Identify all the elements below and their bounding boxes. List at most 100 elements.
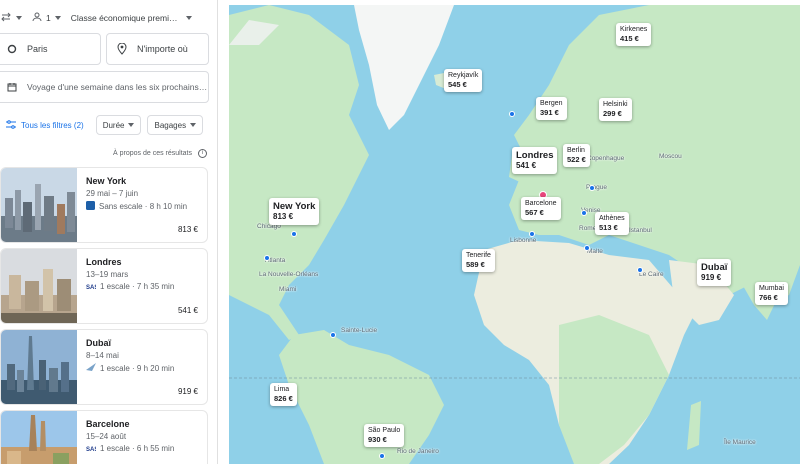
city-photo-dubai	[1, 330, 77, 404]
world-map[interactable]: Copenhague Moscou Prague Venise Lisbonne…	[229, 5, 800, 464]
search-panel: 1 Classe économique premi… Paris N'impor…	[0, 0, 218, 464]
destination-callout-helsinki[interactable]: Helsinki 299 €	[599, 98, 632, 122]
airline-logo-icon: SAS	[86, 444, 98, 453]
callout-city: Dubaï	[701, 262, 728, 273]
chevron-down-icon	[185, 16, 192, 20]
callout-price: 513 €	[599, 223, 618, 233]
map-pin[interactable]	[589, 185, 595, 191]
card-dates: 8–14 mai	[86, 351, 119, 360]
card-stops: SAS 1 escale · 7 h 35 min	[86, 282, 174, 291]
callout-city: Barcelone	[525, 200, 557, 207]
person-icon	[32, 12, 42, 24]
callout-price: 545 €	[448, 80, 467, 90]
location-pin-icon	[117, 43, 127, 55]
place-label: Istanbul	[629, 227, 652, 234]
destination-card[interactable]: New York 29 mai – 7 juin Sans escale · 8…	[0, 167, 208, 243]
chevron-down-icon	[16, 16, 22, 20]
destination-card[interactable]: Dubaï 8–14 mai 1 escale · 9 h 20 min 919…	[0, 329, 208, 405]
map-pin[interactable]	[637, 267, 643, 273]
destination-callout-londres[interactable]: Londres 541 €	[512, 147, 558, 174]
airline-logo-icon	[86, 363, 96, 373]
callout-city: São Paulo	[368, 427, 401, 434]
callout-city: Reykjavík	[448, 72, 479, 79]
destination-callout-dubai[interactable]: Dubaï 919 €	[697, 259, 732, 286]
origin-field[interactable]: Paris	[0, 33, 101, 65]
place-label: Miami	[279, 286, 297, 293]
destination-card[interactable]: Londres 13–19 mars SAS 1 escale · 7 h 35…	[0, 248, 208, 324]
callout-price: 541 €	[516, 161, 537, 171]
tune-icon	[6, 119, 16, 131]
callout-price: 415 €	[620, 34, 639, 44]
results-info[interactable]: À propos de ces résultats i	[113, 149, 207, 158]
callout-price: 930 €	[368, 435, 387, 445]
callout-city: Kirkenes	[620, 26, 648, 33]
card-dates: 15–24 août	[86, 432, 127, 441]
duration-label: Durée	[102, 120, 125, 130]
map-pin[interactable]	[330, 332, 336, 338]
trip-options-row: 1 Classe économique premi…	[0, 6, 202, 30]
destination-callout-berlin[interactable]: Berlin 522 €	[563, 144, 590, 168]
map-pin[interactable]	[509, 111, 515, 117]
map-pin[interactable]	[584, 245, 590, 251]
place-label: Rio de Janeiro	[397, 448, 439, 455]
place-label: La Nouvelle-Orléans	[259, 271, 319, 278]
place-label: Rome	[579, 225, 597, 232]
card-stops: Sans escale · 8 h 10 min	[86, 201, 187, 212]
passenger-count: 1	[46, 13, 51, 23]
card-price: 813 €	[177, 225, 198, 234]
destination-field[interactable]: N'importe où	[106, 33, 209, 65]
callout-city: Mumbai	[759, 285, 784, 292]
destination-callout-sao-paulo[interactable]: São Paulo 930 €	[364, 424, 405, 448]
destination-callout-bergen[interactable]: Bergen 391 €	[536, 97, 567, 121]
card-dates: 13–19 mars	[86, 270, 129, 279]
place-label: Île Maurice	[724, 439, 756, 446]
callout-price: 567 €	[525, 208, 544, 218]
callout-city: Tenerife	[466, 252, 491, 259]
callout-city: New York	[273, 201, 316, 212]
card-stops: 1 escale · 9 h 20 min	[86, 363, 174, 373]
map-pin[interactable]	[529, 231, 535, 237]
destination-callout-new-york[interactable]: New York 813 €	[269, 198, 320, 225]
map-pin[interactable]	[379, 453, 385, 459]
map-pin[interactable]	[264, 255, 270, 261]
card-price: 541 €	[177, 306, 198, 315]
cabin-class-selector[interactable]: Classe économique premi…	[71, 13, 192, 23]
destination-callout-mumbai[interactable]: Mumbai 766 €	[755, 282, 788, 306]
callout-price: 826 €	[274, 394, 293, 404]
callout-price: 391 €	[540, 108, 559, 118]
destination-callout-tenerife[interactable]: Tenerife 589 €	[462, 249, 495, 273]
callout-price: 299 €	[603, 109, 622, 119]
destination-card[interactable]: Barcelone 15–24 août SAS 1 escale · 6 h …	[0, 410, 208, 464]
all-filters-button[interactable]: Tous les filtres (2)	[0, 115, 90, 135]
chevron-down-icon	[190, 123, 197, 127]
callout-price: 766 €	[759, 293, 778, 303]
destination-callout-athenes[interactable]: Athènes 513 €	[595, 212, 629, 236]
destination-callout-barcelone[interactable]: Barcelone 567 €	[521, 197, 561, 221]
all-filters-label: Tous les filtres (2)	[21, 120, 84, 130]
callout-city: Helsinki	[603, 101, 628, 108]
callout-price: 919 €	[701, 273, 722, 283]
card-stops-text: Sans escale · 8 h 10 min	[99, 202, 188, 211]
destination-callout-kirkenes[interactable]: Kirkenes 415 €	[616, 23, 652, 47]
bags-filter[interactable]: Bagages	[147, 115, 204, 135]
chevron-down-icon	[128, 123, 135, 127]
callout-price: 813 €	[273, 212, 294, 222]
cabin-class-value: Classe économique premi…	[70, 13, 178, 23]
dates-field[interactable]: Voyage d'une semaine dans les six procha…	[0, 71, 209, 103]
map-pin[interactable]	[581, 210, 587, 216]
destination-callout-lima[interactable]: Lima 826 €	[270, 383, 297, 407]
passengers-selector[interactable]: 1	[32, 12, 61, 24]
destination-callout-reykjavik[interactable]: Reykjavík 545 €	[444, 69, 483, 93]
results-info-label: À propos de ces résultats	[113, 150, 192, 157]
trip-type-selector[interactable]	[0, 11, 22, 25]
place-label: Copenhague	[587, 155, 625, 162]
origin-circle-icon	[7, 44, 17, 54]
duration-filter[interactable]: Durée	[95, 115, 142, 135]
place-label: Lisbonne	[510, 237, 537, 244]
info-icon: i	[198, 149, 207, 158]
map-pin[interactable]	[291, 231, 297, 237]
city-photo-barcelona	[1, 411, 77, 464]
card-stops-text: 1 escale · 6 h 55 min	[100, 444, 175, 453]
callout-city: Athènes	[599, 215, 625, 222]
filter-chips: Tous les filtres (2) Durée Bagages	[0, 114, 209, 136]
